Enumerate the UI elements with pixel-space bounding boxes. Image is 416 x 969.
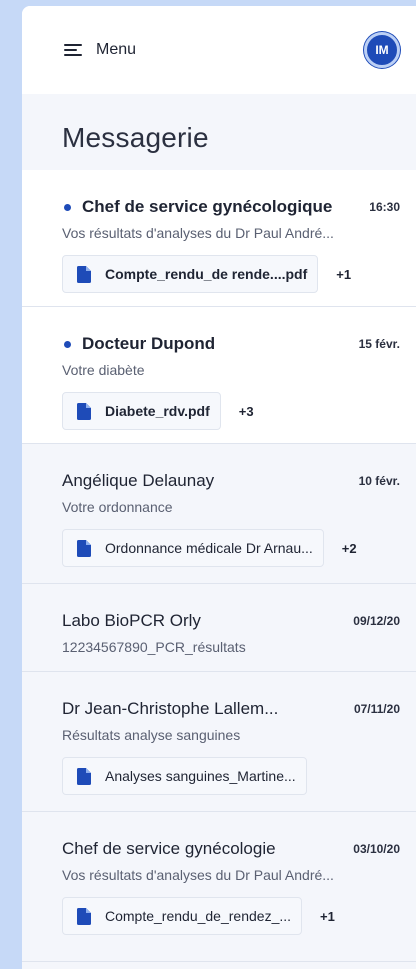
message-date: 10 févr. bbox=[358, 474, 400, 488]
attachment-name: Compte_rendu_de rende....pdf bbox=[105, 266, 308, 282]
message-header: Dr Jean-Christophe Lallem... 07/11/20 bbox=[62, 697, 400, 721]
more-attachments-count[interactable]: +3 bbox=[239, 404, 254, 419]
top-bar: Menu IM bbox=[22, 6, 416, 94]
message-subject: Résultats analyse sanguines bbox=[62, 727, 241, 743]
message-header: Angélique Delaunay 10 févr. bbox=[62, 469, 400, 493]
attachments-row: Compte_rendu_de_rendez_... +1 bbox=[62, 897, 400, 935]
sender-name: Chef de service gynécologique bbox=[82, 197, 333, 216]
message-item[interactable]: Angélique Delaunay 10 févr. Votre ordonnan… bbox=[22, 444, 416, 584]
message-sender: Dr Jean-Christophe Lallem... bbox=[62, 699, 278, 719]
attachment-name: Diabete_rdv.pdf bbox=[105, 403, 210, 419]
message-item[interactable]: Chef de service gynécologique 16:30 Vos ré… bbox=[22, 170, 416, 307]
hamburger-icon bbox=[64, 43, 84, 57]
message-sender: Angélique Delaunay bbox=[62, 471, 214, 491]
message-date: 03/10/20 bbox=[353, 842, 400, 856]
sender-name: Angélique Delaunay bbox=[62, 471, 215, 490]
message-date: 16:30 bbox=[369, 200, 400, 214]
message-subject: 12234567890_PCR_résultats bbox=[62, 639, 246, 655]
message-sender: Labo BioPCR Orly bbox=[62, 611, 201, 631]
menu-button[interactable]: Menu bbox=[64, 41, 136, 59]
page-title: Messagerie bbox=[62, 122, 209, 153]
message-list: Chef de service gynécologique 16:30 Vos ré… bbox=[22, 170, 416, 962]
message-date: 07/11/20 bbox=[353, 702, 400, 716]
attachment-chip[interactable]: Compte_rendu_de rende....pdf bbox=[62, 255, 319, 293]
message-subject: Vos résultats d'analyses du Dr Paul Andr… bbox=[62, 225, 334, 241]
sender-name: Chef de service gynécologie bbox=[62, 839, 276, 858]
message-sender: Docteur Dupond bbox=[62, 334, 215, 354]
message-item[interactable]: Dr Jean-Christophe Lallem... 07/11/20 Résu… bbox=[22, 672, 416, 812]
message-item[interactable]: Docteur Dupond 15 févr. Votre diabète Diabe… bbox=[22, 307, 416, 444]
document-icon bbox=[77, 402, 91, 420]
message-item[interactable]: Chef de service gynécologie 03/10/20 Vos r… bbox=[22, 812, 416, 962]
document-icon bbox=[77, 539, 91, 557]
attachment-chip[interactable]: Diabete_rdv.pdf bbox=[62, 392, 221, 430]
message-subject: Vos résultats d'analyses du Dr Paul Andr… bbox=[62, 867, 334, 883]
document-icon bbox=[77, 265, 91, 283]
menu-label: Menu bbox=[96, 41, 137, 58]
attachment-chip[interactable]: Ordonnance médicale Dr Arnau... bbox=[62, 529, 324, 567]
message-sender: Chef de service gynécologique bbox=[62, 197, 332, 217]
attachments-row: Diabete_rdv.pdf +3 bbox=[62, 392, 400, 430]
sender-name: Docteur Dupond bbox=[82, 334, 216, 353]
more-attachments-count[interactable]: +1 bbox=[320, 909, 335, 924]
sender-name: Labo BioPCR Orly bbox=[62, 611, 201, 630]
attachment-name: Analyses sanguines_Martine... bbox=[105, 768, 296, 784]
avatar[interactable]: IM bbox=[364, 32, 400, 68]
message-header: Chef de service gynécologique 16:30 bbox=[62, 195, 400, 219]
attachment-chip[interactable]: Analyses sanguines_Martine... bbox=[62, 757, 307, 795]
message-date: 15 févr. bbox=[358, 337, 400, 351]
document-icon bbox=[77, 767, 91, 785]
message-date: 09/12/20 bbox=[353, 614, 400, 628]
document-icon bbox=[77, 907, 91, 925]
sender-name: Dr Jean-Christophe Lallem... bbox=[62, 699, 279, 718]
unread-dot-icon bbox=[64, 340, 71, 348]
message-header: Docteur Dupond 15 févr. bbox=[62, 332, 400, 356]
attachment-name: Compte_rendu_de_rendez_... bbox=[105, 908, 292, 924]
message-subject: Votre ordonnance bbox=[62, 499, 173, 515]
message-subject: Votre diabète bbox=[62, 362, 145, 378]
attachments-row: Compte_rendu_de rende....pdf +1 bbox=[62, 255, 400, 293]
attachments-row: Ordonnance médicale Dr Arnau... +2 bbox=[62, 529, 400, 567]
more-attachments-count[interactable]: +1 bbox=[336, 267, 351, 282]
message-header: Chef de service gynécologie 03/10/20 bbox=[62, 837, 400, 861]
message-header: Labo BioPCR Orly 09/12/20 bbox=[62, 609, 400, 633]
message-item[interactable]: Labo BioPCR Orly 09/12/20 12234567890_PCR_… bbox=[22, 584, 416, 672]
attachments-row: Analyses sanguines_Martine... bbox=[62, 757, 400, 795]
unread-dot-icon bbox=[64, 203, 71, 211]
more-attachments-count[interactable]: +2 bbox=[342, 541, 357, 556]
attachment-name: Ordonnance médicale Dr Arnau... bbox=[105, 540, 313, 556]
app-frame: Menu IM Messagerie Chef de service gynéc… bbox=[22, 6, 416, 969]
message-sender: Chef de service gynécologie bbox=[62, 839, 276, 859]
attachment-chip[interactable]: Compte_rendu_de_rendez_... bbox=[62, 897, 303, 935]
